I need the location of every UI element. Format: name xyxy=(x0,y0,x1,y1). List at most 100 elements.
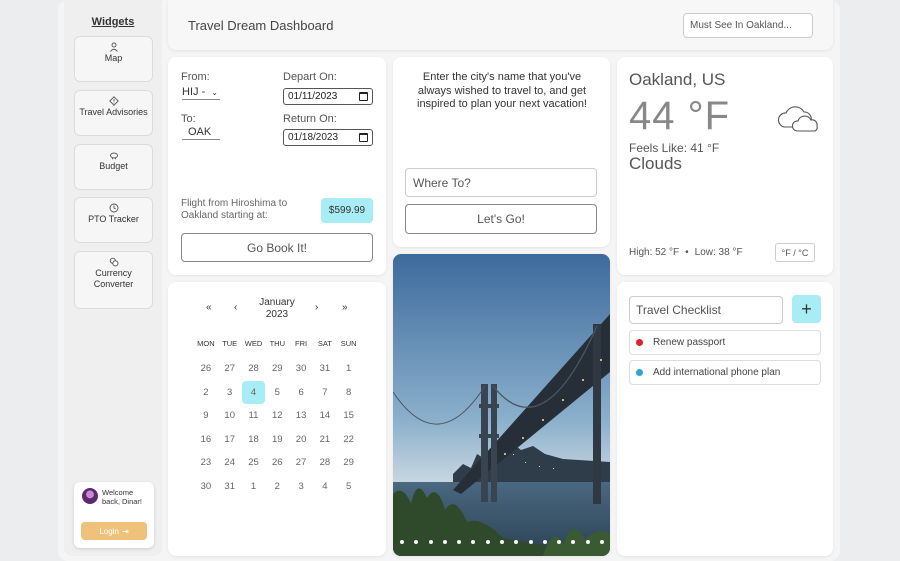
go-book-button[interactable]: Go Book It! xyxy=(181,233,373,262)
welcome-card: Welcome back, Dinar! Login ⇥ xyxy=(74,482,154,548)
calendar-day[interactable]: 16 xyxy=(194,428,218,452)
sidebar-item-pto-tracker[interactable]: PTO Tracker xyxy=(74,197,153,243)
calendar-day[interactable]: 26 xyxy=(194,357,218,381)
flight-card: From: HIJ - ⌄ To: OAK Depart On: 01/11/2… xyxy=(168,57,386,275)
calendar-day[interactable]: 1 xyxy=(337,357,361,381)
price-badge: $599.99 xyxy=(321,198,373,223)
prev-month-button[interactable]: ‹ xyxy=(234,302,237,313)
calendar-day[interactable]: 26 xyxy=(265,451,289,475)
calendar-day[interactable]: 12 xyxy=(265,404,289,428)
carousel-dot[interactable] xyxy=(542,540,547,544)
calendar-day[interactable]: 4 xyxy=(313,475,337,499)
sidebar-item-label: Travel Advisories xyxy=(79,107,148,117)
carousel-dot[interactable] xyxy=(442,540,447,544)
calendar-day[interactable]: 28 xyxy=(313,451,337,475)
calendar-day[interactable]: 20 xyxy=(289,428,313,452)
calendar-day[interactable]: 17 xyxy=(218,428,242,452)
sidebar-item-currency-converter[interactable]: Currency Converter xyxy=(74,251,153,309)
calendar-day[interactable]: 13 xyxy=(289,404,313,428)
weather-card: Oakland, US 44 °F Feels Like: 41 °F Clou… xyxy=(617,57,833,275)
carousel-dot[interactable] xyxy=(428,540,433,544)
calendar-day[interactable]: 8 xyxy=(337,381,361,405)
calendar-day[interactable]: 10 xyxy=(218,404,242,428)
next-year-button[interactable]: » xyxy=(342,302,348,313)
calendar-day[interactable]: 3 xyxy=(218,381,242,405)
unit-toggle-button[interactable]: °F / °C xyxy=(775,243,815,262)
carousel-dot[interactable] xyxy=(599,540,604,544)
list-item[interactable]: Renew passport xyxy=(629,330,821,355)
from-select[interactable]: HIJ - ⌄ xyxy=(182,86,220,100)
weekday-header: SUN xyxy=(340,339,357,348)
calendar-year: 2023 xyxy=(265,309,289,320)
sidebar-item-budget[interactable]: Budget xyxy=(74,144,153,190)
calendar-day[interactable]: 25 xyxy=(242,451,266,475)
calendar-day[interactable]: 6 xyxy=(289,381,313,405)
carousel-dot[interactable] xyxy=(457,540,462,544)
calendar-day[interactable]: 29 xyxy=(337,451,361,475)
calendar-day[interactable]: 29 xyxy=(265,357,289,381)
calendar-day[interactable]: 27 xyxy=(218,357,242,381)
carousel-dot[interactable] xyxy=(400,540,404,544)
calendar-day[interactable]: 23 xyxy=(194,451,218,475)
calendar-day[interactable]: 5 xyxy=(337,475,361,499)
checklist-input[interactable] xyxy=(629,296,783,324)
calendar-day[interactable]: 5 xyxy=(265,381,289,405)
return-date-value: 01/18/2023 xyxy=(288,132,339,143)
calendar-day[interactable]: 1 xyxy=(242,475,266,499)
piggy-bank-icon xyxy=(107,149,121,161)
to-field[interactable]: OAK xyxy=(182,126,220,140)
calendar-day[interactable]: 2 xyxy=(265,475,289,499)
depart-date-input[interactable]: 01/11/2023 xyxy=(283,88,373,105)
calendar-day[interactable]: 21 xyxy=(313,428,337,452)
calendar-day[interactable]: 2 xyxy=(194,381,218,405)
calendar-day[interactable]: 3 xyxy=(289,475,313,499)
calendar-day[interactable]: 30 xyxy=(194,475,218,499)
carousel-dot[interactable] xyxy=(571,540,576,544)
lets-go-button[interactable]: Let's Go! xyxy=(405,204,597,234)
search-input[interactable] xyxy=(683,13,813,38)
carousel-dot[interactable] xyxy=(471,540,476,544)
sidebar-item-label: Map xyxy=(104,53,123,63)
next-month-button[interactable]: › xyxy=(315,302,318,313)
calendar-month-year: January 2023 xyxy=(238,297,316,321)
calendar-day-selected[interactable]: 4 xyxy=(241,380,266,405)
calendar-day[interactable]: 15 xyxy=(337,404,361,428)
return-date-input[interactable]: 01/18/2023 xyxy=(283,129,373,146)
list-item[interactable]: Add international phone plan xyxy=(629,360,821,385)
calendar-day[interactable]: 11 xyxy=(242,404,266,428)
prev-year-button[interactable]: « xyxy=(206,302,212,313)
sidebar-item-travel-advisories[interactable]: Travel Advisories xyxy=(74,90,153,136)
carousel-dot[interactable] xyxy=(499,540,504,544)
calendar-day[interactable]: 27 xyxy=(289,451,313,475)
calendar-icon xyxy=(359,133,368,142)
flight-description: Flight from Hiroshima to Oakland startin… xyxy=(181,198,288,221)
carousel-dot[interactable] xyxy=(514,540,519,544)
city-card: Enter the city's name that you've always… xyxy=(393,57,610,247)
login-button[interactable]: Login ⇥ xyxy=(81,522,147,540)
calendar-day[interactable]: 7 xyxy=(313,381,337,405)
calendar-day[interactable]: 19 xyxy=(265,428,289,452)
calendar-day[interactable]: 28 xyxy=(242,357,266,381)
calendar-day[interactable]: 31 xyxy=(313,357,337,381)
calendar-day[interactable]: 14 xyxy=(313,404,337,428)
calendar-day[interactable]: 22 xyxy=(337,428,361,452)
page-title: Travel Dream Dashboard xyxy=(188,18,334,33)
calendar-day[interactable]: 18 xyxy=(242,428,266,452)
header: Travel Dream Dashboard xyxy=(168,0,833,50)
calendar-day[interactable]: 9 xyxy=(194,404,218,428)
depart-date-value: 01/11/2023 xyxy=(288,91,338,102)
sidebar-item-map[interactable]: Map xyxy=(74,36,153,82)
carousel-dot[interactable] xyxy=(414,540,419,544)
carousel-dot[interactable] xyxy=(485,540,490,544)
avatar xyxy=(82,488,98,504)
carousel-dot[interactable] xyxy=(557,540,562,544)
calendar-day[interactable]: 30 xyxy=(289,357,313,381)
where-to-input[interactable] xyxy=(405,168,597,197)
carousel-dot[interactable] xyxy=(528,540,533,544)
calendar-day[interactable]: 31 xyxy=(218,475,242,499)
calendar-day[interactable]: 24 xyxy=(218,451,242,475)
calendar-icon xyxy=(359,92,368,101)
carousel-dot[interactable] xyxy=(585,540,590,544)
add-item-button[interactable]: + xyxy=(792,295,821,323)
bay-bridge-image xyxy=(393,254,610,556)
